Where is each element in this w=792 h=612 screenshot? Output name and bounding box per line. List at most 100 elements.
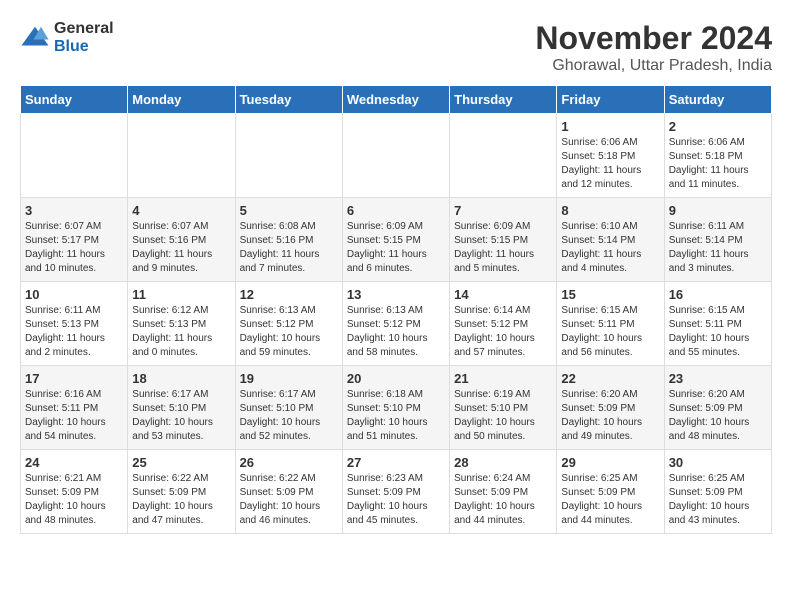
day-cell [235, 114, 342, 198]
day-cell: 22Sunrise: 6:20 AM Sunset: 5:09 PM Dayli… [557, 366, 664, 450]
day-info: Sunrise: 6:19 AM Sunset: 5:10 PM Dayligh… [454, 388, 552, 444]
day-cell [21, 114, 128, 198]
day-cell: 28 Sunrise: 6:24 AM Sunset: 5:09 PM Dayli… [450, 450, 557, 534]
title-block: November 2024 Ghorawal, Uttar Pradesh, I… [535, 20, 772, 75]
day-info: Sunrise: 6:13 AM Sunset: 5:12 PM Dayligh… [240, 304, 338, 360]
day-info: Sunrise: 6:22 AM Sunset: 5:09 PM Dayligh… [240, 472, 338, 528]
day-info: Sunrise: 6:15 AM Sunset: 5:11 PM Dayligh… [669, 304, 767, 360]
day-cell: 26 Sunrise: 6:22 AM Sunset: 5:09 PM Dayli… [235, 450, 342, 534]
day-info: Sunrise: 6:23 AM Sunset: 5:09 PM Dayligh… [347, 472, 445, 528]
day-cell: 8 Sunrise: 6:10 AM Sunset: 5:14 PM Daylig… [557, 198, 664, 282]
logo-icon [20, 23, 50, 53]
day-info: Sunrise: 6:25 AM Sunset: 5:09 PM Dayligh… [669, 472, 767, 528]
main-title: November 2024 [535, 20, 772, 57]
header-cell-sunday: Sunday [21, 86, 128, 114]
day-number: 2 [669, 119, 767, 134]
logo: General Blue [20, 20, 114, 55]
day-cell: 2 Sunrise: 6:06 AM Sunset: 5:18 PM Daylig… [664, 114, 771, 198]
day-number: 7 [454, 203, 552, 218]
day-info: Sunrise: 6:07 AM Sunset: 5:16 PM Dayligh… [132, 220, 230, 276]
day-cell [342, 114, 449, 198]
header-cell-thursday: Thursday [450, 86, 557, 114]
day-number: 14 [454, 287, 552, 302]
day-number: 6 [347, 203, 445, 218]
logo-general-text: General [54, 20, 114, 38]
logo-blue-text: Blue [54, 38, 114, 56]
header-cell-friday: Friday [557, 86, 664, 114]
logo-text: General Blue [54, 20, 114, 55]
day-cell: 13Sunrise: 6:13 AM Sunset: 5:12 PM Dayli… [342, 282, 449, 366]
day-number: 5 [240, 203, 338, 218]
day-info: Sunrise: 6:14 AM Sunset: 5:12 PM Dayligh… [454, 304, 552, 360]
day-cell: 5 Sunrise: 6:08 AM Sunset: 5:16 PM Daylig… [235, 198, 342, 282]
day-cell: 16Sunrise: 6:15 AM Sunset: 5:11 PM Dayli… [664, 282, 771, 366]
day-info: Sunrise: 6:10 AM Sunset: 5:14 PM Dayligh… [561, 220, 659, 276]
day-cell: 10 Sunrise: 6:11 AM Sunset: 5:13 PM Dayli… [21, 282, 128, 366]
day-cell: 3 Sunrise: 6:07 AM Sunset: 5:17 PM Daylig… [21, 198, 128, 282]
day-number: 13 [347, 287, 445, 302]
day-number: 8 [561, 203, 659, 218]
day-info: Sunrise: 6:16 AM Sunset: 5:11 PM Dayligh… [25, 388, 123, 444]
day-info: Sunrise: 6:08 AM Sunset: 5:16 PM Dayligh… [240, 220, 338, 276]
day-number: 25 [132, 455, 230, 470]
day-cell: 27Sunrise: 6:23 AM Sunset: 5:09 PM Dayli… [342, 450, 449, 534]
day-number: 10 [25, 287, 123, 302]
day-info: Sunrise: 6:11 AM Sunset: 5:13 PM Dayligh… [25, 304, 123, 360]
calendar-table: SundayMondayTuesdayWednesdayThursdayFrid… [20, 85, 772, 534]
week-row-3: 10 Sunrise: 6:11 AM Sunset: 5:13 PM Dayli… [21, 282, 772, 366]
day-number: 26 [240, 455, 338, 470]
day-number: 11 [132, 287, 230, 302]
day-number: 17 [25, 371, 123, 386]
sub-title: Ghorawal, Uttar Pradesh, India [535, 57, 772, 75]
day-info: Sunrise: 6:25 AM Sunset: 5:09 PM Dayligh… [561, 472, 659, 528]
day-info: Sunrise: 6:20 AM Sunset: 5:09 PM Dayligh… [669, 388, 767, 444]
day-cell: 17 Sunrise: 6:16 AM Sunset: 5:11 PM Dayli… [21, 366, 128, 450]
day-info: Sunrise: 6:12 AM Sunset: 5:13 PM Dayligh… [132, 304, 230, 360]
day-info: Sunrise: 6:06 AM Sunset: 5:18 PM Dayligh… [669, 136, 767, 192]
day-info: Sunrise: 6:20 AM Sunset: 5:09 PM Dayligh… [561, 388, 659, 444]
day-number: 21 [454, 371, 552, 386]
day-number: 3 [25, 203, 123, 218]
day-number: 18 [132, 371, 230, 386]
day-info: Sunrise: 6:21 AM Sunset: 5:09 PM Dayligh… [25, 472, 123, 528]
day-cell [128, 114, 235, 198]
day-cell: 24 Sunrise: 6:21 AM Sunset: 5:09 PM Dayli… [21, 450, 128, 534]
week-row-2: 3 Sunrise: 6:07 AM Sunset: 5:17 PM Daylig… [21, 198, 772, 282]
day-number: 19 [240, 371, 338, 386]
day-cell: 15 Sunrise: 6:15 AM Sunset: 5:11 PM Dayli… [557, 282, 664, 366]
day-cell: 19Sunrise: 6:17 AM Sunset: 5:10 PM Dayli… [235, 366, 342, 450]
day-cell: 14 Sunrise: 6:14 AM Sunset: 5:12 PM Dayli… [450, 282, 557, 366]
week-row-4: 17 Sunrise: 6:16 AM Sunset: 5:11 PM Dayli… [21, 366, 772, 450]
day-info: Sunrise: 6:11 AM Sunset: 5:14 PM Dayligh… [669, 220, 767, 276]
day-cell: 18 Sunrise: 6:17 AM Sunset: 5:10 PM Dayli… [128, 366, 235, 450]
day-info: Sunrise: 6:07 AM Sunset: 5:17 PM Dayligh… [25, 220, 123, 276]
day-number: 24 [25, 455, 123, 470]
day-info: Sunrise: 6:09 AM Sunset: 5:15 PM Dayligh… [454, 220, 552, 276]
day-cell: 25 Sunrise: 6:22 AM Sunset: 5:09 PM Dayli… [128, 450, 235, 534]
day-number: 15 [561, 287, 659, 302]
day-cell: 7 Sunrise: 6:09 AM Sunset: 5:15 PM Daylig… [450, 198, 557, 282]
day-info: Sunrise: 6:17 AM Sunset: 5:10 PM Dayligh… [132, 388, 230, 444]
page-header: General Blue November 2024 Ghorawal, Utt… [20, 20, 772, 75]
day-cell: 1Sunrise: 6:06 AM Sunset: 5:18 PM Daylig… [557, 114, 664, 198]
header-row: SundayMondayTuesdayWednesdayThursdayFrid… [21, 86, 772, 114]
header-cell-saturday: Saturday [664, 86, 771, 114]
day-number: 12 [240, 287, 338, 302]
day-cell: 6 Sunrise: 6:09 AM Sunset: 5:15 PM Daylig… [342, 198, 449, 282]
day-cell: 21 Sunrise: 6:19 AM Sunset: 5:10 PM Dayli… [450, 366, 557, 450]
week-row-1: 1Sunrise: 6:06 AM Sunset: 5:18 PM Daylig… [21, 114, 772, 198]
day-cell: 29Sunrise: 6:25 AM Sunset: 5:09 PM Dayli… [557, 450, 664, 534]
day-number: 9 [669, 203, 767, 218]
day-cell: 12 Sunrise: 6:13 AM Sunset: 5:12 PM Dayli… [235, 282, 342, 366]
day-number: 28 [454, 455, 552, 470]
day-info: Sunrise: 6:22 AM Sunset: 5:09 PM Dayligh… [132, 472, 230, 528]
day-number: 4 [132, 203, 230, 218]
day-number: 23 [669, 371, 767, 386]
header-cell-tuesday: Tuesday [235, 86, 342, 114]
day-info: Sunrise: 6:15 AM Sunset: 5:11 PM Dayligh… [561, 304, 659, 360]
day-info: Sunrise: 6:18 AM Sunset: 5:10 PM Dayligh… [347, 388, 445, 444]
day-info: Sunrise: 6:09 AM Sunset: 5:15 PM Dayligh… [347, 220, 445, 276]
day-info: Sunrise: 6:24 AM Sunset: 5:09 PM Dayligh… [454, 472, 552, 528]
week-row-5: 24 Sunrise: 6:21 AM Sunset: 5:09 PM Dayli… [21, 450, 772, 534]
day-cell [450, 114, 557, 198]
